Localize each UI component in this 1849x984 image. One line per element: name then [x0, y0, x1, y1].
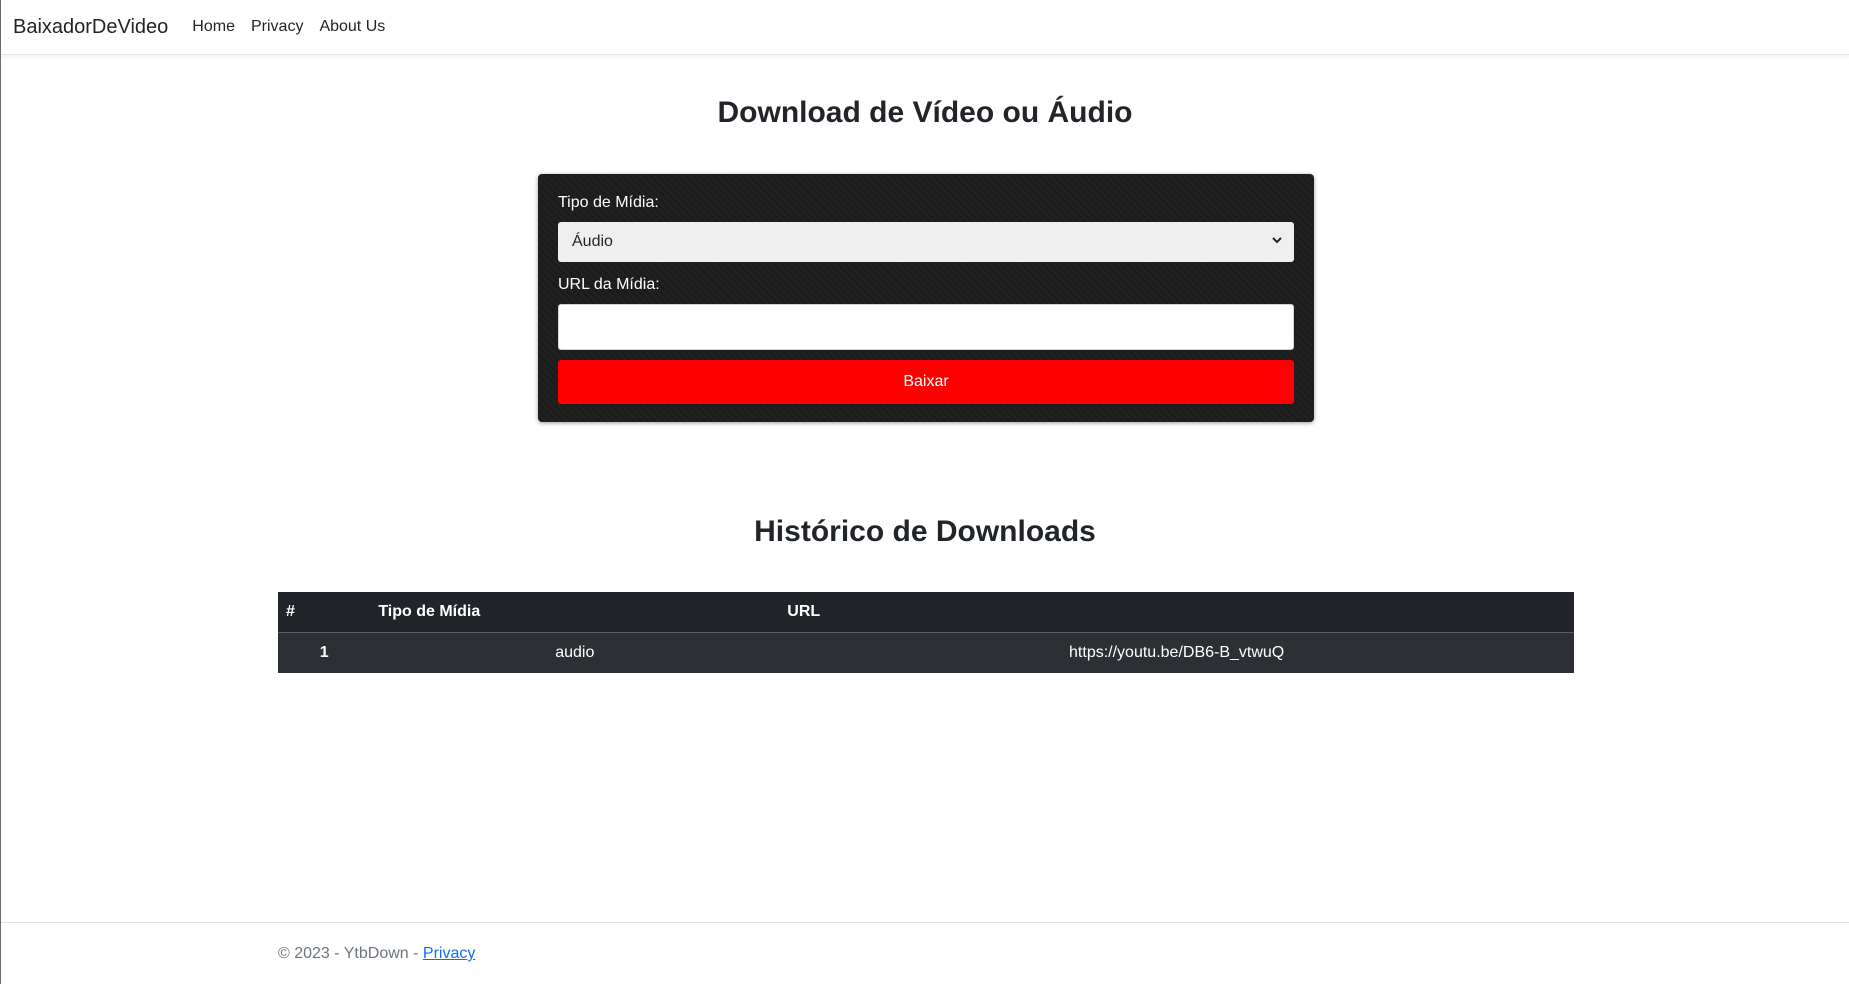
footer: © 2023 - YtbDown - Privacy	[1, 922, 1849, 984]
download-form: Tipo de Mídia: Áudio URL da Mídia: Baixa…	[538, 174, 1314, 422]
footer-copyright: © 2023 - YtbDown -	[278, 945, 423, 962]
brand-link[interactable]: BaixadorDeVideo	[13, 16, 168, 39]
footer-privacy-link[interactable]: Privacy	[423, 945, 475, 962]
column-header-number: #	[278, 592, 371, 633]
history-table: # Tipo de Mídia URL 1 audio https://yout…	[278, 592, 1574, 673]
table-header-row: # Tipo de Mídia URL	[278, 592, 1574, 633]
nav-link-privacy[interactable]: Privacy	[251, 18, 303, 36]
row-media-type: audio	[370, 632, 780, 673]
nav-link-about-us[interactable]: About Us	[319, 18, 385, 36]
row-number: 1	[278, 632, 371, 673]
row-url: https://youtu.be/DB6-B_vtwuQ	[779, 632, 1574, 673]
page: BaixadorDeVideo Home Privacy About Us Do…	[0, 0, 1849, 984]
history-title: Histórico de Downloads	[754, 515, 1096, 548]
column-header-media-type: Tipo de Mídia	[370, 592, 780, 633]
media-type-select[interactable]: Áudio	[558, 222, 1294, 262]
media-type-label: Tipo de Mídia:	[558, 194, 659, 211]
table-row: 1 audio https://youtu.be/DB6-B_vtwuQ	[278, 632, 1574, 673]
navbar: BaixadorDeVideo Home Privacy About Us	[1, 0, 1849, 55]
media-url-label: URL da Mídia:	[558, 276, 660, 293]
chevron-down-icon	[1272, 237, 1282, 244]
download-button[interactable]: Baixar	[558, 360, 1294, 404]
media-type-selected-value: Áudio	[572, 233, 613, 250]
page-title: Download de Vídeo ou Áudio	[717, 96, 1133, 129]
column-header-url: URL	[779, 592, 1574, 633]
nav-link-home[interactable]: Home	[192, 18, 235, 36]
media-url-input[interactable]	[558, 304, 1294, 350]
